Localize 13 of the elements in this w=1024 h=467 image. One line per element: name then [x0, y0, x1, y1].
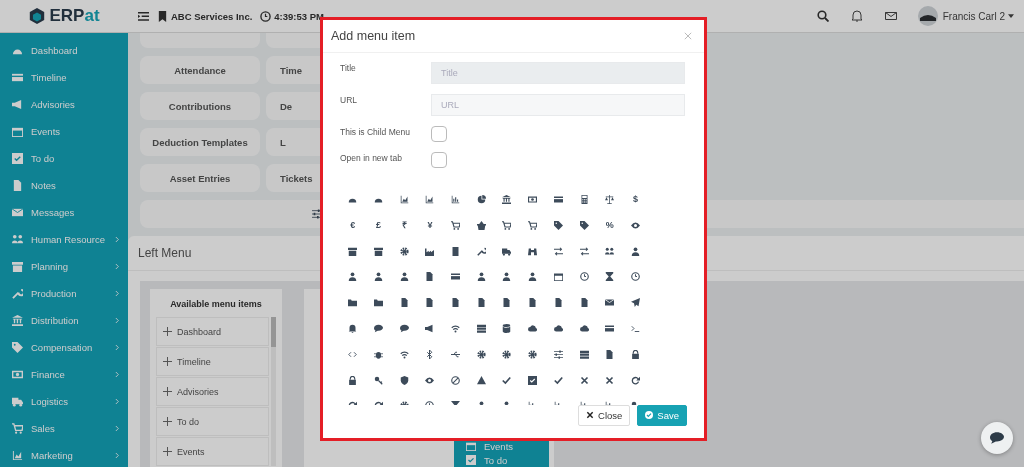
menu-item-label: Advisories — [177, 386, 219, 397]
company-name: ABC Services Inc. — [171, 10, 253, 22]
menu-item-label: Timeline — [177, 356, 211, 367]
menu-item-label: Events — [177, 446, 205, 457]
logo-text: ERPat — [49, 6, 100, 26]
menu-item-label: To do — [177, 416, 200, 427]
dialog-title: Add menu item — [331, 28, 416, 43]
field-label: URL — [340, 93, 358, 105]
column-title: Available menu items — [169, 299, 263, 309]
menu-item-label: Dashboard — [177, 326, 222, 337]
field-label: Title — [340, 61, 357, 73]
checkbox-label: This is Child Menu — [340, 125, 411, 137]
checkbox-label: Open in new tab — [340, 151, 403, 163]
